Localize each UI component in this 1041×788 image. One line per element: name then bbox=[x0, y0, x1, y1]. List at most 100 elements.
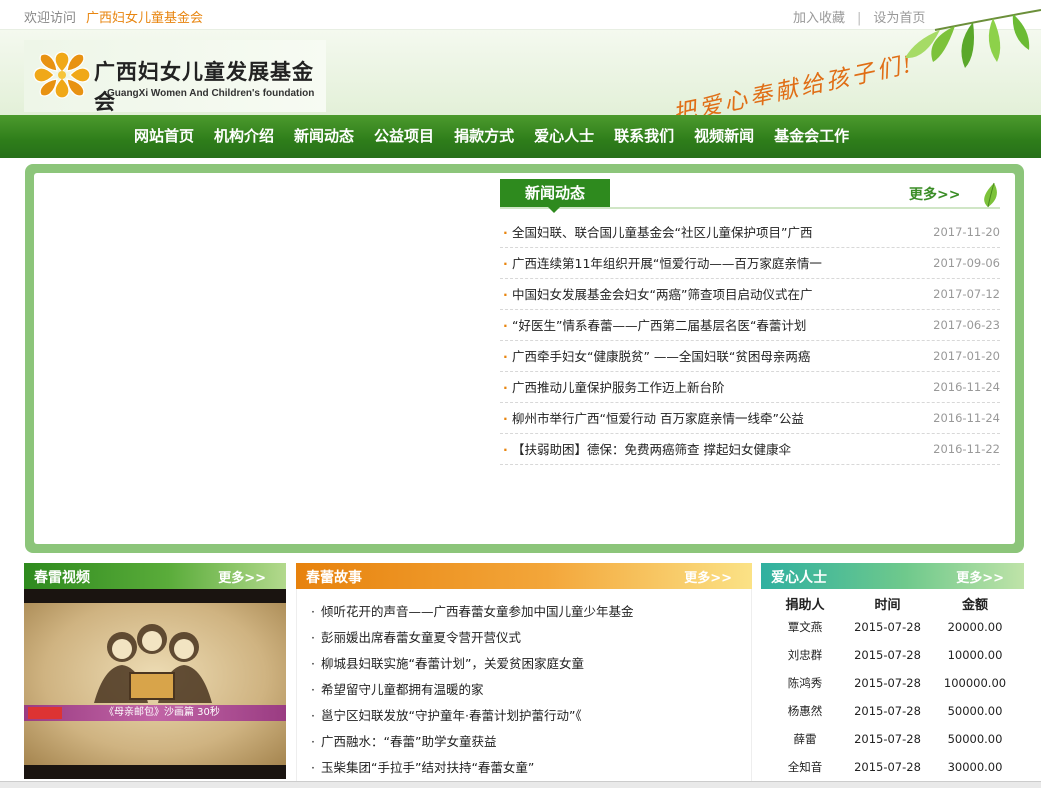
table-row: 刘忠群 2015-07-28 10000.00 bbox=[761, 641, 1024, 669]
news-date: 2017-09-06 bbox=[933, 256, 1000, 270]
donors-header: 爱心人士 更多>> bbox=[761, 563, 1024, 589]
window-bottom-bar bbox=[0, 781, 1041, 788]
stories-section: 春蕾故事 更多>> · 倾听花开的声音——广西春蕾女童参加中国儿童少年基金 · 彭丽… bbox=[296, 563, 752, 788]
table-row: 全知音 2015-07-28 30000.00 bbox=[761, 753, 1024, 781]
video-caption: 《母亲邮包》沙画篇 30秒 bbox=[104, 707, 220, 718]
video-section: 春雷视频 更多>> 《母亲邮包》沙画篇 30秒 bbox=[24, 563, 286, 788]
news-date: 2017-01-20 bbox=[933, 349, 1000, 363]
donor-amount: 10000.00 bbox=[947, 648, 1003, 662]
news-title: 柳州市举行广西“恒爱行动 百万家庭亲情一线牵”公益 bbox=[512, 411, 804, 426]
main-nav: 网站首页 机构介绍 新闻动态 公益项目 捐款方式 爱心人士 联系我们 视频新闻 … bbox=[0, 115, 1041, 158]
donor-amount: 20000.00 bbox=[947, 620, 1003, 634]
donor-date: 2015-07-28 bbox=[854, 676, 921, 690]
news-panel: 新闻动态 更多>> · 全国妇联、联合国儿童基金会“社区儿童保护项目”广西 2017… bbox=[25, 164, 1024, 553]
video-title: 春雷视频 bbox=[34, 570, 90, 586]
bullet: · bbox=[311, 656, 315, 671]
donors-more-link[interactable]: 更多>> bbox=[956, 567, 1004, 586]
list-item[interactable]: · 倾听花开的声音——广西春蕾女童参加中国儿童少年基金 bbox=[297, 599, 751, 625]
donor-amount: 50000.00 bbox=[947, 704, 1003, 718]
story-title: 倾听花开的声音——广西春蕾女童参加中国儿童少年基金 bbox=[321, 604, 634, 619]
bullet: · bbox=[311, 760, 315, 775]
news-title: “好医生”情系春蕾——广西第二届基层名医“春蕾计划 bbox=[512, 318, 807, 333]
stories-more-link[interactable]: 更多>> bbox=[684, 567, 732, 586]
link-separator: | bbox=[857, 11, 862, 26]
news-item[interactable]: · 全国妇联、联合国儿童基金会“社区儿童保护项目”广西 2017-11-20 bbox=[500, 217, 1000, 248]
story-title: 邕宁区妇联发放“守护童年·春蕾计划护蕾行动”《 bbox=[321, 708, 582, 723]
column-header: 金额 bbox=[961, 597, 988, 613]
news-date: 2017-06-23 bbox=[933, 318, 1000, 332]
nav-projects[interactable]: 公益项目 bbox=[364, 115, 444, 158]
nav-contact[interactable]: 联系我们 bbox=[604, 115, 684, 158]
logo-chinese-name: 广西妇女儿童发展基金会 bbox=[94, 59, 314, 114]
list-item[interactable]: · 邕宁区妇联发放“守护童年·春蕾计划护蕾行动”《 bbox=[297, 703, 751, 729]
nav-donors[interactable]: 爱心人士 bbox=[524, 115, 604, 158]
news-item[interactable]: · 广西牵手妇女“健康脱贫” ——全国妇联“贫困母亲两癌 2017-01-20 bbox=[500, 341, 1000, 372]
news-date: 2016-11-24 bbox=[933, 411, 1000, 425]
bullet: · bbox=[503, 349, 508, 364]
news-header: 新闻动态 更多>> bbox=[500, 179, 1000, 213]
bullet: · bbox=[503, 442, 508, 457]
donors-title: 爱心人士 bbox=[771, 570, 827, 586]
donor-amount: 100000.00 bbox=[943, 676, 1007, 690]
nav-home[interactable]: 网站首页 bbox=[124, 115, 204, 158]
bullet: · bbox=[503, 225, 508, 240]
news-title: 广西连续第11年组织开展“恒爱行动——百万家庭亲情一 bbox=[512, 256, 822, 271]
column-header: 时间 bbox=[874, 597, 901, 613]
list-item[interactable]: · 玉柴集团“手拉手”结对扶持“春蕾女童” bbox=[297, 755, 751, 781]
news-date: 2017-07-12 bbox=[933, 287, 1000, 301]
table-row: 杨惠然 2015-07-28 50000.00 bbox=[761, 697, 1024, 725]
video-player[interactable]: 《母亲邮包》沙画篇 30秒 bbox=[24, 589, 286, 779]
news-item[interactable]: · 柳州市举行广西“恒爱行动 百万家庭亲情一线牵”公益 2016-11-24 bbox=[500, 403, 1000, 434]
nav-news[interactable]: 新闻动态 bbox=[284, 115, 364, 158]
news-item[interactable]: · 【扶弱助困】德保：免费两癌筛查 撑起妇女健康伞 2016-11-22 bbox=[500, 434, 1000, 465]
nav-foundation-work[interactable]: 基金会工作 bbox=[764, 115, 859, 158]
bullet: · bbox=[503, 411, 508, 426]
donor-name: 全知音 bbox=[787, 760, 823, 774]
list-item[interactable]: · 彭丽媛出席春蕾女童夏令营开营仪式 bbox=[297, 625, 751, 651]
donor-name: 覃文燕 bbox=[787, 620, 823, 634]
nav-items: 网站首页 机构介绍 新闻动态 公益项目 捐款方式 爱心人士 联系我们 视频新闻 … bbox=[124, 115, 859, 158]
news-date: 2017-11-20 bbox=[933, 225, 1000, 239]
donor-name: 陈鸿秀 bbox=[787, 676, 823, 690]
news-item[interactable]: · 中国妇女发展基金会妇女“两癌”筛查项目启动仪式在广 2017-07-12 bbox=[500, 279, 1000, 310]
list-item[interactable]: · 希望留守儿童都拥有温暖的家 bbox=[297, 677, 751, 703]
news-list: · 全国妇联、联合国儿童基金会“社区儿童保护项目”广西 2017-11-20 · 广西… bbox=[500, 217, 1000, 465]
nav-about[interactable]: 机构介绍 bbox=[204, 115, 284, 158]
bullet: · bbox=[311, 708, 315, 723]
bullet: · bbox=[503, 256, 508, 271]
donors-section: 爱心人士 更多>> 捐助人 时间 金额 覃文燕 2015-07-28 20000.0… bbox=[761, 563, 1024, 788]
bullet: · bbox=[311, 604, 315, 619]
story-title: 玉柴集团“手拉手”结对扶持“春蕾女童” bbox=[321, 760, 535, 775]
logo-english-name: GuangXi Women And Children's foundation bbox=[107, 88, 315, 99]
donor-amount: 50000.00 bbox=[947, 732, 1003, 746]
news-date: 2016-11-22 bbox=[933, 442, 1000, 456]
video-more-link[interactable]: 更多>> bbox=[218, 567, 266, 586]
bullet: · bbox=[503, 380, 508, 395]
table-header-row: 捐助人 时间 金额 bbox=[761, 593, 1024, 613]
news-item[interactable]: · 广西推动儿童保护服务工作迈上新台阶 2016-11-24 bbox=[500, 372, 1000, 403]
channel-badge-icon bbox=[28, 707, 62, 719]
news-title: 广西推动儿童保护服务工作迈上新台阶 bbox=[512, 380, 725, 395]
story-title: 柳城县妇联实施“春蕾计划”，关爱贫困家庭女童 bbox=[321, 656, 584, 671]
bullet: · bbox=[503, 287, 508, 302]
video-header: 春雷视频 更多>> bbox=[24, 563, 286, 589]
nav-donate[interactable]: 捐款方式 bbox=[444, 115, 524, 158]
news-panel-inner: 新闻动态 更多>> · 全国妇联、联合国儿童基金会“社区儿童保护项目”广西 2017… bbox=[34, 173, 1015, 544]
donor-date: 2015-07-28 bbox=[854, 760, 921, 774]
leaves-decoration-icon bbox=[905, 9, 1041, 68]
add-bookmark-link[interactable]: 加入收藏 bbox=[793, 11, 845, 26]
top-bar: 欢迎访问 广西妇女儿童基金会 加入收藏 | 设为首页 bbox=[0, 0, 1041, 30]
donor-date: 2015-07-28 bbox=[854, 704, 921, 718]
news-tab[interactable]: 新闻动态 bbox=[500, 179, 610, 213]
donor-date: 2015-07-28 bbox=[854, 732, 921, 746]
news-item[interactable]: · “好医生”情系春蕾——广西第二届基层名医“春蕾计划 2017-06-23 bbox=[500, 310, 1000, 341]
news-date: 2016-11-24 bbox=[933, 380, 1000, 394]
logo[interactable]: 广西妇女儿童发展基金会 GuangXi Women And Children's… bbox=[24, 40, 326, 114]
list-item[interactable]: · 广西融水：“春蕾”助学女童获益 bbox=[297, 729, 751, 755]
list-item[interactable]: · 柳城县妇联实施“春蕾计划”，关爱贫困家庭女童 bbox=[297, 651, 751, 677]
news-more-link[interactable]: 更多>> bbox=[909, 184, 960, 204]
news-item[interactable]: · 广西连续第11年组织开展“恒爱行动——百万家庭亲情一 2017-09-06 bbox=[500, 248, 1000, 279]
site-name-link[interactable]: 广西妇女儿童基金会 bbox=[86, 11, 203, 26]
donors-table: 捐助人 时间 金额 覃文燕 2015-07-28 20000.00 刘忠群 2015-… bbox=[761, 593, 1024, 781]
nav-video-news[interactable]: 视频新闻 bbox=[684, 115, 764, 158]
